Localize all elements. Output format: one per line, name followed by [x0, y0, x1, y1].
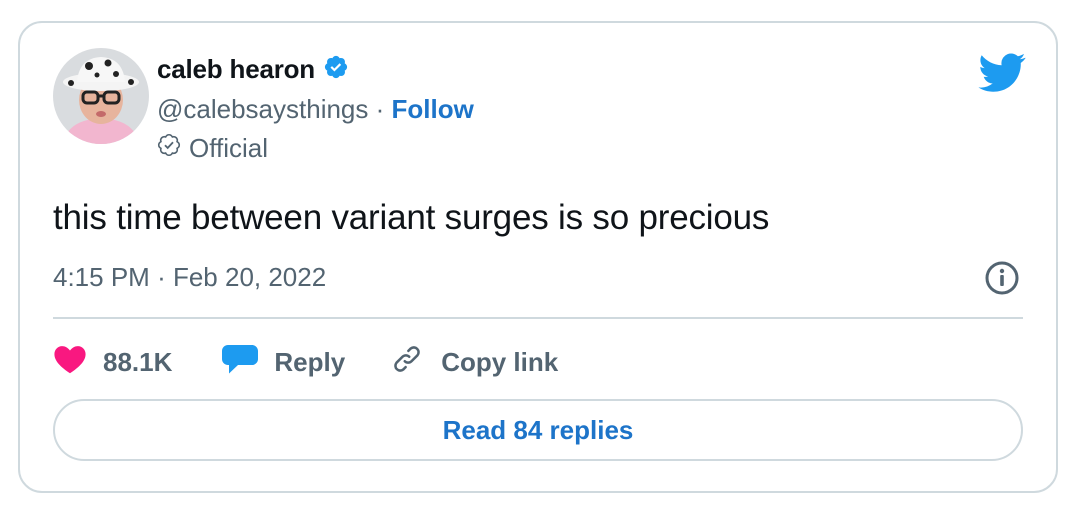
- avatar[interactable]: [53, 48, 149, 144]
- action-bar: 88.1K Reply Copy link: [53, 341, 558, 384]
- verified-badge-icon: [323, 54, 349, 85]
- reply-bubble-icon: [222, 343, 259, 382]
- tweet-time: 4:15 PM: [53, 262, 150, 292]
- author-handle[interactable]: @calebsaysthings: [157, 94, 368, 124]
- tweet-date: Feb 20, 2022: [172, 262, 327, 292]
- tweet-text: this time between variant surges is so p…: [53, 198, 770, 237]
- handle-row: @calebsaysthings · Follow: [157, 94, 474, 125]
- heart-icon: [53, 344, 87, 381]
- official-label-row: Official: [157, 133, 268, 164]
- twitter-bird-icon[interactable]: [978, 53, 1026, 98]
- copy-link-label: Copy link: [441, 347, 559, 377]
- author-name[interactable]: caleb hearon: [157, 54, 315, 85]
- like-count: 88.1K: [103, 347, 173, 377]
- handle-separator: ·: [375, 94, 392, 124]
- read-replies-label: Read 84 replies: [442, 414, 634, 445]
- timestamp-separator: ·: [157, 262, 173, 292]
- tweet-card: caleb hearon @calebsaysthings · Follow O…: [18, 21, 1058, 493]
- copy-link-button[interactable]: Copy link: [389, 341, 558, 384]
- divider: [53, 317, 1023, 319]
- official-check-icon: [157, 133, 181, 164]
- like-button[interactable]: 88.1K: [53, 344, 172, 381]
- read-replies-button[interactable]: Read 84 replies: [53, 399, 1023, 461]
- tweet-timestamp[interactable]: 4:15 PM · Feb 20, 2022: [53, 262, 326, 293]
- official-label: Official: [189, 133, 268, 163]
- info-icon[interactable]: [984, 260, 1020, 301]
- follow-button[interactable]: Follow: [392, 94, 474, 124]
- reply-label: Reply: [274, 347, 346, 377]
- link-icon: [389, 341, 425, 384]
- reply-button[interactable]: Reply: [222, 343, 345, 382]
